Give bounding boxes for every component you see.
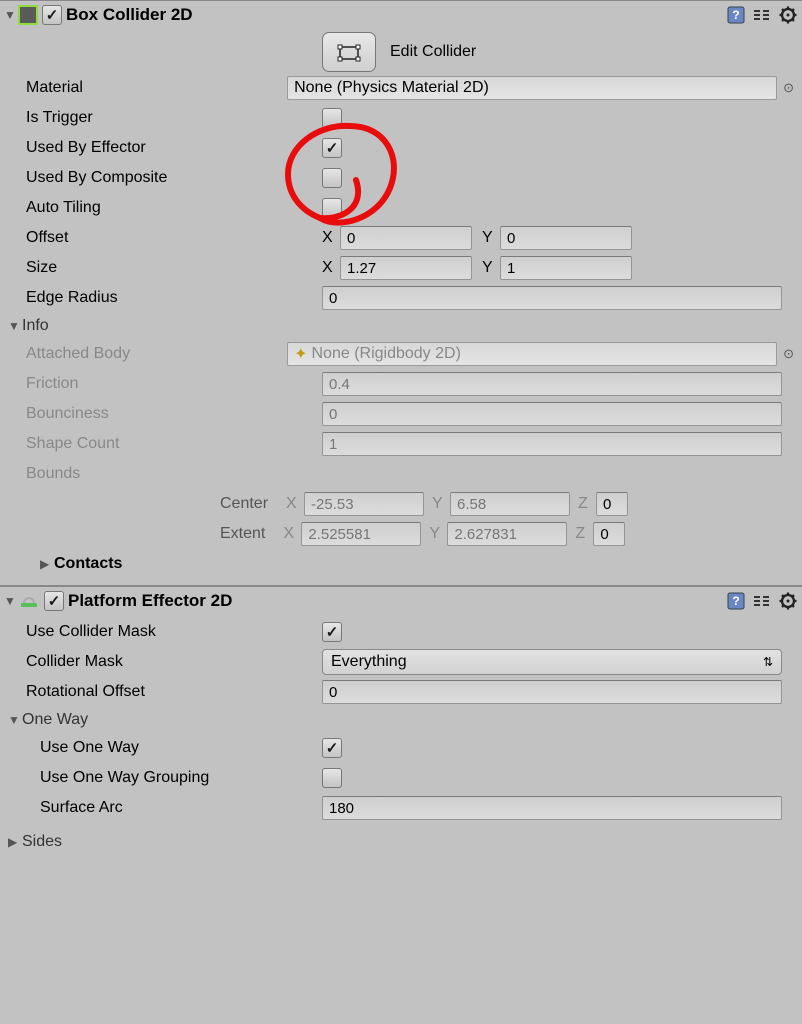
center-label: Center — [220, 495, 268, 513]
component-header: ▼ Platform Effector 2D ? — [0, 587, 802, 615]
bounciness-label: Bounciness — [26, 405, 322, 423]
enable-checkbox[interactable] — [44, 591, 64, 611]
preset-icon[interactable] — [752, 591, 772, 611]
component-header: ▼ Box Collider 2D ? — [0, 1, 802, 29]
use-collider-mask-label: Use Collider Mask — [26, 623, 322, 641]
svg-text:?: ? — [732, 594, 739, 608]
help-icon[interactable]: ? — [726, 5, 746, 25]
auto-tiling-label: Auto Tiling — [26, 199, 322, 217]
surface-arc-input[interactable] — [322, 796, 782, 820]
enable-checkbox[interactable] — [42, 5, 62, 25]
box-collider-2d-component: ▼ Box Collider 2D ? Edit Collider Materi… — [0, 0, 802, 585]
center-y — [450, 492, 570, 516]
is-trigger-label: Is Trigger — [26, 109, 322, 127]
extent-z — [593, 522, 625, 546]
component-icon[interactable] — [18, 592, 40, 610]
use-one-way-checkbox[interactable] — [322, 738, 342, 758]
object-picker-icon: ⊙ — [783, 346, 794, 362]
foldout-icon[interactable]: ▼ — [4, 594, 18, 608]
platform-effector-2d-component: ▼ Platform Effector 2D ? Use Collider Ma… — [0, 585, 802, 861]
bounciness-field — [322, 402, 782, 426]
friction-field — [322, 372, 782, 396]
one-way-section[interactable]: ▼ One Way — [0, 707, 802, 733]
attached-body-field: ✦ None (Rigidbody 2D) — [287, 342, 777, 366]
gear-icon[interactable] — [778, 591, 798, 611]
size-x-input[interactable] — [340, 256, 472, 280]
collider-mask-dropdown[interactable]: Everything ⇅ — [322, 649, 782, 675]
chevron-updown-icon: ⇅ — [763, 655, 773, 669]
extent-x — [301, 522, 421, 546]
foldout-icon[interactable]: ▼ — [8, 713, 22, 727]
used-by-effector-label: Used By Effector — [26, 139, 322, 157]
bounds-label: Bounds — [26, 465, 322, 483]
offset-label: Offset — [26, 229, 322, 247]
edit-collider-button[interactable] — [322, 32, 376, 72]
component-title: Box Collider 2D — [66, 5, 193, 25]
preset-icon[interactable] — [752, 5, 772, 25]
collider-mask-label: Collider Mask — [26, 653, 322, 671]
use-one-way-grouping-label: Use One Way Grouping — [40, 769, 322, 787]
use-one-way-grouping-checkbox[interactable] — [322, 768, 342, 788]
edit-collider-label: Edit Collider — [390, 43, 476, 61]
auto-tiling-checkbox[interactable] — [322, 198, 342, 218]
sides-section[interactable]: ▶ Sides — [0, 829, 802, 855]
attached-body-label: Attached Body — [26, 345, 287, 363]
info-section[interactable]: ▼ Info — [0, 313, 802, 339]
help-icon[interactable]: ? — [726, 591, 746, 611]
shape-count-field — [322, 432, 782, 456]
used-by-effector-checkbox[interactable] — [322, 138, 342, 158]
used-by-composite-checkbox[interactable] — [322, 168, 342, 188]
surface-arc-label: Surface Arc — [40, 799, 322, 817]
component-title: Platform Effector 2D — [68, 591, 232, 611]
edge-radius-input[interactable] — [322, 286, 782, 310]
material-label: Material — [26, 79, 287, 97]
friction-label: Friction — [26, 375, 322, 393]
rotational-offset-input[interactable] — [322, 680, 782, 704]
extent-label: Extent — [220, 525, 265, 543]
edge-radius-label: Edge Radius — [26, 289, 322, 307]
size-label: Size — [26, 259, 322, 277]
extent-y — [447, 522, 567, 546]
rotational-offset-label: Rotational Offset — [26, 683, 322, 701]
contacts-section[interactable]: ▶ Contacts — [0, 549, 802, 579]
offset-y-input[interactable] — [500, 226, 632, 250]
foldout-icon[interactable]: ▶ — [8, 835, 22, 849]
use-collider-mask-checkbox[interactable] — [322, 622, 342, 642]
use-one-way-label: Use One Way — [40, 739, 322, 757]
foldout-icon[interactable]: ▼ — [4, 8, 18, 22]
foldout-icon[interactable]: ▼ — [8, 319, 22, 333]
center-x — [304, 492, 424, 516]
material-field[interactable]: None (Physics Material 2D) — [287, 76, 777, 100]
gear-icon[interactable] — [778, 5, 798, 25]
center-z — [596, 492, 628, 516]
svg-text:?: ? — [732, 8, 739, 22]
used-by-composite-label: Used By Composite — [26, 169, 322, 187]
component-icon[interactable] — [18, 5, 38, 25]
foldout-icon[interactable]: ▶ — [40, 557, 54, 571]
offset-x-input[interactable] — [340, 226, 472, 250]
size-y-input[interactable] — [500, 256, 632, 280]
shape-count-label: Shape Count — [26, 435, 322, 453]
is-trigger-checkbox[interactable] — [322, 108, 342, 128]
object-picker-icon[interactable]: ⊙ — [783, 80, 794, 96]
